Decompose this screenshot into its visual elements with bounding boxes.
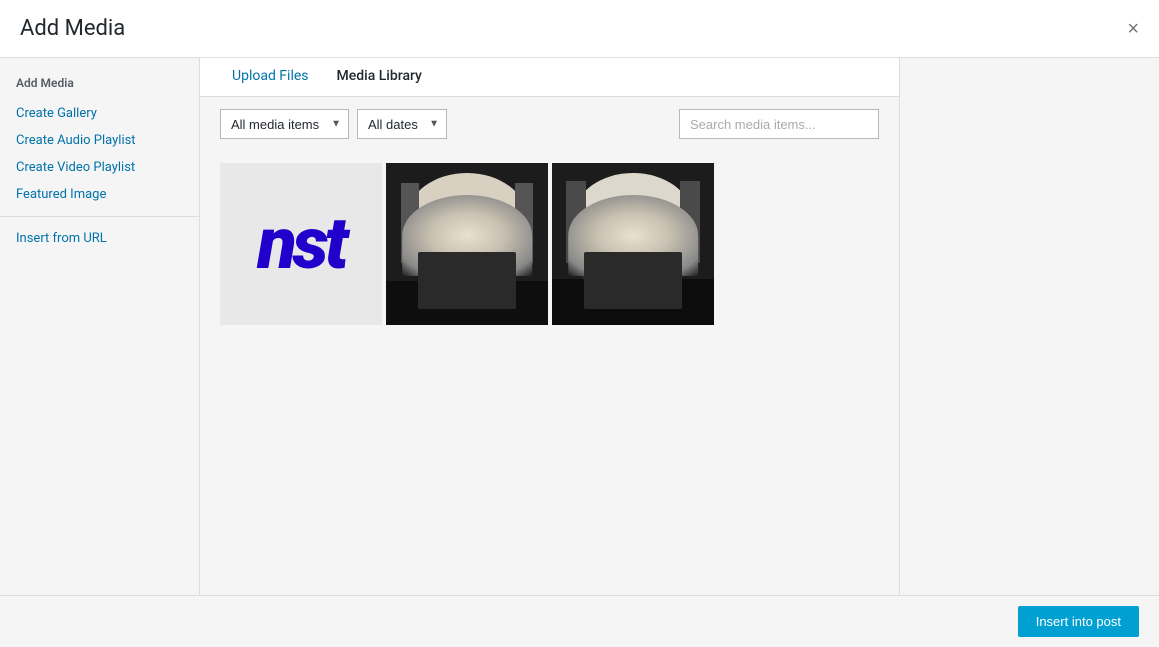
add-media-modal: Add Media × Add Media Create Gallery Cre… bbox=[0, 0, 1159, 647]
media-grid: nst bbox=[220, 163, 879, 325]
date-filter[interactable]: All dates bbox=[357, 109, 447, 139]
close-button[interactable]: × bbox=[1127, 19, 1139, 39]
modal-overlay: Add Media × Add Media Create Gallery Cre… bbox=[0, 0, 1159, 647]
media-toolbar: All media items ▼ All dates ▼ bbox=[200, 97, 899, 151]
modal-title: Add Media bbox=[20, 16, 125, 41]
media-item-room2[interactable] bbox=[552, 163, 714, 325]
sidebar-item-create-audio-playlist[interactable]: Create Audio Playlist bbox=[0, 127, 199, 154]
room1-svg bbox=[386, 163, 548, 325]
right-panel bbox=[899, 58, 1159, 595]
media-item-nsu[interactable]: nst bbox=[220, 163, 382, 325]
modal-footer: Insert into post bbox=[0, 595, 1159, 647]
nsu-logo-thumb: nst bbox=[220, 163, 382, 325]
modal-header: Add Media × bbox=[0, 0, 1159, 58]
sidebar-title: Add Media bbox=[0, 70, 199, 100]
media-item-room1[interactable] bbox=[386, 163, 548, 325]
room2-svg bbox=[552, 163, 714, 325]
date-filter-wrapper: All dates ▼ bbox=[357, 109, 447, 139]
media-type-filter[interactable]: All media items bbox=[220, 109, 349, 139]
tab-media-library[interactable]: Media Library bbox=[325, 58, 434, 96]
media-grid-area: nst bbox=[200, 151, 899, 595]
main-content: Upload Files Media Library All media ite… bbox=[200, 58, 899, 595]
nsu-text: nst bbox=[257, 208, 344, 280]
media-type-filter-wrapper: All media items ▼ bbox=[220, 109, 349, 139]
modal-body: Add Media Create Gallery Create Audio Pl… bbox=[0, 58, 1159, 595]
room1-thumb bbox=[386, 163, 548, 325]
tab-upload-files[interactable]: Upload Files bbox=[220, 58, 321, 96]
sidebar-item-insert-from-url[interactable]: Insert from URL bbox=[0, 225, 199, 252]
sidebar-item-featured-image[interactable]: Featured Image bbox=[0, 181, 199, 208]
tabs-bar: Upload Files Media Library bbox=[200, 58, 899, 97]
sidebar: Add Media Create Gallery Create Audio Pl… bbox=[0, 58, 200, 595]
sidebar-item-create-video-playlist[interactable]: Create Video Playlist bbox=[0, 154, 199, 181]
sidebar-item-create-gallery[interactable]: Create Gallery bbox=[0, 100, 199, 127]
sidebar-divider bbox=[0, 216, 199, 217]
insert-into-post-button[interactable]: Insert into post bbox=[1018, 606, 1139, 637]
room2-thumb bbox=[552, 163, 714, 325]
media-search-input[interactable] bbox=[679, 109, 879, 139]
